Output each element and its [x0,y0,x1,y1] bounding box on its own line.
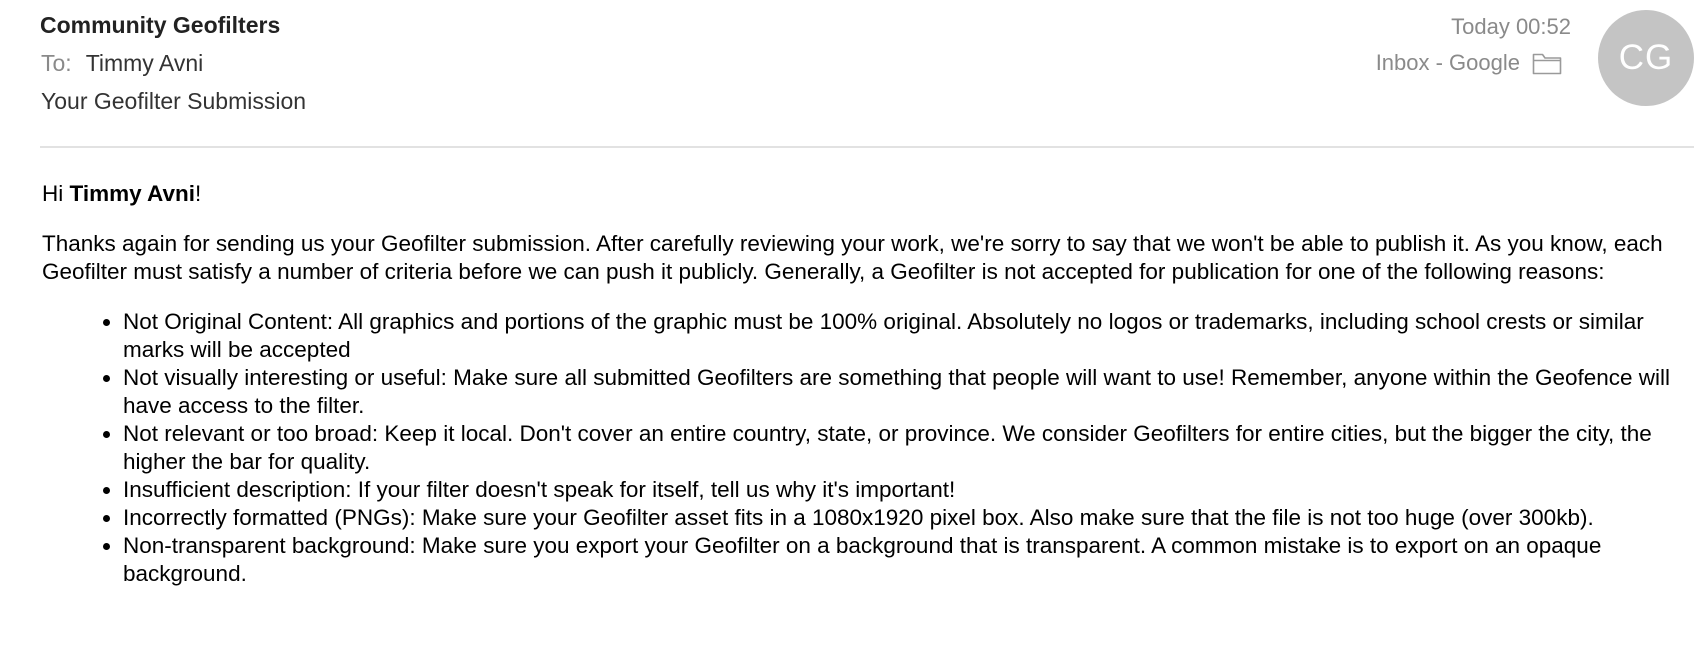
greeting-suffix: ! [194,181,202,206]
header-divider [40,146,1694,148]
email-body: Hi Timmy Avni! Thanks again for sending … [42,180,1682,588]
avatar-initials: CG [1618,38,1674,77]
list-item: Insufficient description: If your filter… [123,476,1682,504]
mailbox-label[interactable]: Inbox - Google [1376,50,1562,76]
to-label: To: [41,50,72,76]
list-item: Incorrectly formatted (PNGs): Make sure … [123,504,1682,532]
greeting: Hi Timmy Avni! [42,180,1682,208]
folder-icon[interactable] [1532,51,1562,75]
recipient-name[interactable]: Timmy Avni [86,50,204,76]
list-item: Not relevant or too broad: Keep it local… [123,420,1682,476]
greeting-prefix: Hi [42,181,70,206]
greeting-name: Timmy Avni [69,181,195,206]
intro-paragraph: Thanks again for sending us your Geofilt… [42,231,1663,284]
sender-avatar: CG [1598,10,1694,106]
email-subject: Your Geofilter Submission [41,88,307,114]
recipient-line: To: Timmy Avni [41,50,203,77]
mailbox-name: Inbox - Google [1375,50,1520,75]
list-item: Non-transparent background: Make sure yo… [123,532,1682,588]
reasons-list: Not Original Content: All graphics and p… [42,308,1682,588]
email-date: Today 00:52 [1451,14,1571,39]
list-item: Not visually interesting or useful: Make… [123,364,1682,420]
email-header: Community Geofilters To: Timmy Avni Your … [0,0,1702,150]
list-item: Not Original Content: All graphics and p… [123,308,1682,364]
sender-name[interactable]: Community Geofilters [40,12,280,39]
